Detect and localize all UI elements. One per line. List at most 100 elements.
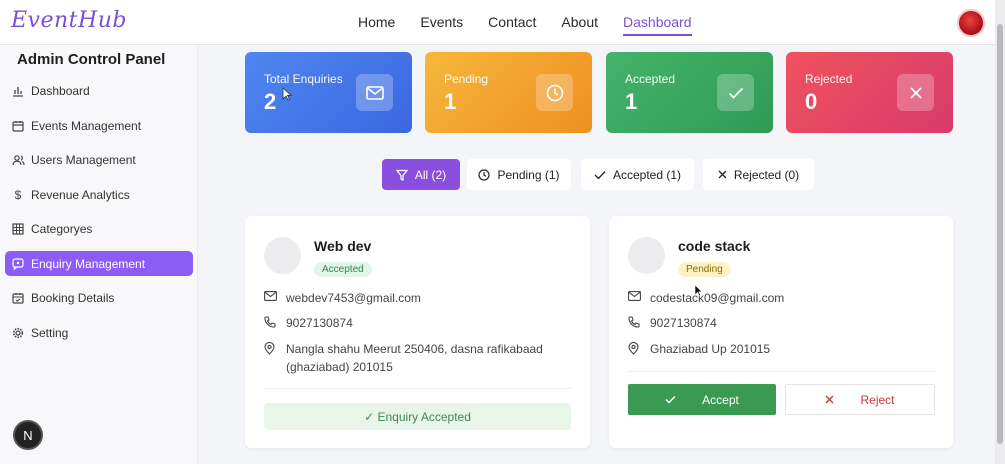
funnel-icon: [395, 169, 408, 181]
location-pin-icon: [264, 342, 278, 376]
nav-contact[interactable]: Contact: [488, 14, 536, 36]
scrollbar-thumb[interactable]: [997, 24, 1003, 444]
nav-events[interactable]: Events: [420, 14, 463, 36]
bar-chart-icon: [11, 84, 25, 98]
mouse-cursor-icon: [282, 87, 292, 101]
filter-label: All (2): [414, 167, 447, 182]
phone-text[interactable]: 9027130874: [650, 314, 717, 332]
address-line: (ghaziabad) 201015: [286, 360, 393, 374]
stat-value: 0: [805, 89, 818, 114]
sidebar-item-revenue-analytics[interactable]: $ Revenue Analytics: [5, 182, 193, 207]
sidebar-item-label: Users Management: [31, 152, 136, 167]
sidebar-item-label: Revenue Analytics: [31, 187, 130, 202]
floating-n-badge[interactable]: N: [13, 420, 43, 450]
enquiry-accepted-banner: ✓ Enquiry Accepted: [264, 403, 571, 430]
message-icon: [11, 257, 25, 271]
sidebar-item-label: Categoryes: [31, 221, 93, 236]
filter-rejected[interactable]: Rejected (0): [703, 159, 814, 190]
clock-icon: [536, 74, 573, 111]
sidebar-item-categoryes[interactable]: Categoryes: [5, 216, 193, 241]
status-badge: Accepted: [314, 262, 372, 277]
nav-about[interactable]: About: [561, 14, 598, 36]
enquiry-card-web-dev: Web dev Accepted webdev7453@gmail.com 90…: [245, 216, 590, 448]
filter-pending[interactable]: Pending (1): [467, 159, 571, 190]
reject-button[interactable]: Reject: [785, 384, 935, 415]
gear-icon: [11, 326, 25, 340]
sidebar-item-label: Events Management: [31, 118, 142, 133]
sidebar-item-enquiry-management[interactable]: Enquiry Management: [5, 251, 193, 276]
filter-label: Pending (1): [497, 167, 560, 182]
check-icon: [717, 74, 754, 111]
enquiry-name: Web dev: [314, 238, 372, 254]
sidebar-title: Admin Control Panel: [17, 51, 166, 68]
accept-label: Accept: [702, 392, 739, 407]
mouse-cursor-icon: [694, 284, 703, 297]
stat-card-rejected: Rejected 0: [786, 52, 953, 133]
page-scrollbar[interactable]: [995, 0, 1005, 464]
mail-icon: [264, 291, 278, 307]
sidebar-item-label: Booking Details: [31, 290, 115, 305]
divider: [264, 388, 571, 389]
phone-icon: [264, 316, 278, 332]
mail-icon: [356, 74, 393, 111]
sidebar-item-booking-details[interactable]: Booking Details: [5, 285, 193, 310]
grid-icon: [11, 222, 25, 236]
stat-card-pending: Pending 1: [425, 52, 592, 133]
sidebar: Admin Control Panel Dashboard Events Man…: [0, 45, 198, 464]
email-text[interactable]: webdev7453@gmail.com: [286, 289, 421, 307]
sidebar-item-label: Enquiry Management: [31, 256, 146, 271]
filter-label: Accepted (1): [612, 167, 682, 182]
sidebar-item-setting[interactable]: Setting: [5, 320, 193, 345]
stat-label: Total Enquiries: [264, 72, 343, 86]
nav-home[interactable]: Home: [358, 14, 395, 36]
email-row: codestack09@gmail.com: [628, 289, 784, 307]
calendar-check-icon: [11, 291, 25, 305]
phone-icon: [628, 316, 642, 332]
sidebar-item-events-management[interactable]: Events Management: [5, 113, 193, 138]
phone-row: 9027130874: [628, 314, 717, 332]
sidebar-item-label: Setting: [31, 325, 69, 340]
stat-value: 1: [625, 89, 638, 114]
sidebar-item-users-management[interactable]: Users Management: [5, 147, 193, 172]
email-text[interactable]: codestack09@gmail.com: [650, 289, 784, 307]
accept-button[interactable]: Accept: [628, 384, 776, 415]
sidebar-item-label: Dashboard: [31, 83, 90, 98]
x-icon: [825, 395, 834, 404]
enquiry-name: code stack: [678, 238, 751, 254]
brand-logo[interactable]: EventHub: [11, 8, 127, 33]
dollar-icon: $: [14, 187, 22, 202]
phone-text[interactable]: 9027130874: [286, 314, 353, 332]
stat-value: 2: [264, 89, 277, 114]
main-nav: Home Events Contact About Dashboard: [358, 14, 717, 36]
user-avatar[interactable]: [957, 9, 985, 37]
address-row: Nangla shahu Meerut 250406, dasna rafika…: [264, 340, 543, 376]
filter-accepted[interactable]: Accepted (1): [581, 159, 694, 190]
address-line: Ghaziabad Up 201015: [650, 342, 771, 356]
location-pin-icon: [628, 342, 642, 358]
mail-icon: [628, 291, 642, 307]
email-row: webdev7453@gmail.com: [264, 289, 421, 307]
nav-dashboard[interactable]: Dashboard: [623, 14, 692, 36]
address-row: Ghaziabad Up 201015: [628, 340, 770, 358]
avatar: [628, 237, 665, 274]
top-navbar: EventHub Home Events Contact About Dashb…: [0, 0, 1005, 45]
users-icon: [11, 153, 25, 167]
stat-label: Pending: [444, 72, 489, 86]
filter-label: Rejected (0): [733, 167, 800, 182]
stat-label: Accepted: [625, 72, 676, 86]
stat-card-accepted: Accepted 1: [606, 52, 773, 133]
address-line: Nangla shahu Meerut 250406, dasna rafika…: [286, 342, 543, 356]
reject-label: Reject: [860, 392, 895, 407]
divider: [628, 371, 935, 372]
enquiry-card-code-stack: code stack Pending codestack09@gmail.com…: [609, 216, 953, 448]
x-icon: [718, 170, 727, 179]
stat-value: 1: [444, 89, 457, 114]
check-icon: [665, 395, 676, 404]
avatar: [264, 237, 301, 274]
stat-label: Rejected: [805, 72, 853, 86]
x-icon: [897, 74, 934, 111]
status-badge: Pending: [678, 262, 731, 277]
clock-icon: [478, 168, 491, 181]
sidebar-item-dashboard[interactable]: Dashboard: [5, 78, 193, 103]
filter-all[interactable]: All (2): [382, 159, 460, 190]
